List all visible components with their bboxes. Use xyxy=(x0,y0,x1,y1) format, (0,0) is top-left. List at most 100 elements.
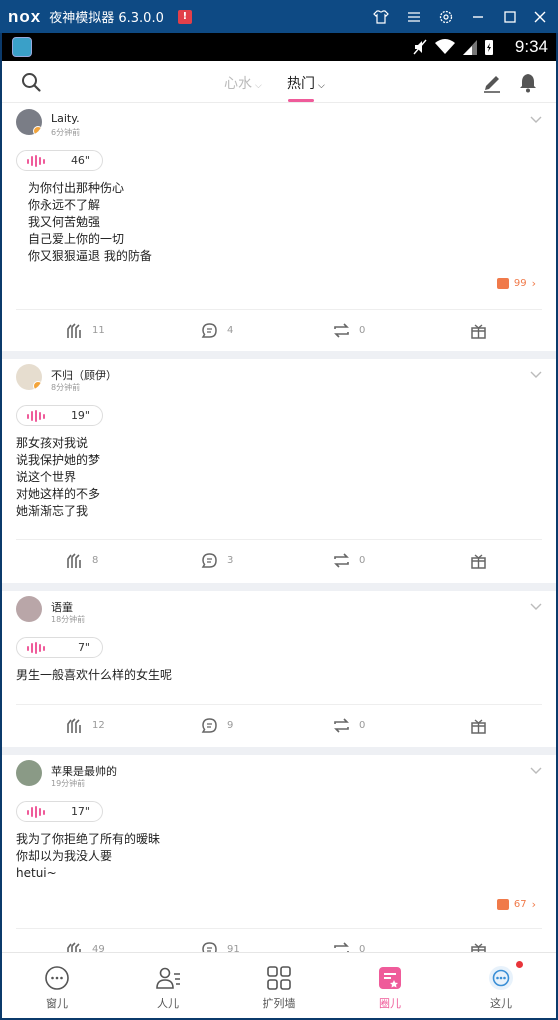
repost-icon xyxy=(334,323,349,338)
voice-duration: 17" xyxy=(70,805,90,818)
voice-message[interactable]: 19" xyxy=(16,405,103,426)
menu-icon[interactable] xyxy=(405,8,423,26)
gift-box-icon xyxy=(471,554,486,569)
notice-badge[interactable]: ! xyxy=(177,9,192,24)
verified-badge-icon xyxy=(33,381,42,390)
avatar[interactable] xyxy=(16,760,42,786)
voice-message[interactable]: 46" xyxy=(16,150,103,171)
post-actions: 12 9 0 xyxy=(16,704,542,744)
person-list-icon xyxy=(156,967,180,989)
post-time: 19分钟前 xyxy=(51,779,86,788)
status-icons xyxy=(412,38,494,56)
post-text: 男生一般喜欢什么样的女生呢 xyxy=(16,668,173,682)
clap-icon xyxy=(67,553,81,568)
gift-count[interactable]: 99 › xyxy=(496,277,536,290)
battery-icon xyxy=(485,40,493,55)
voice-duration: 7" xyxy=(77,641,90,654)
post-username[interactable]: 不归（顾伊） xyxy=(51,367,117,383)
notification-dot xyxy=(516,961,523,968)
like-button[interactable]: 11 xyxy=(66,322,105,339)
repost-button[interactable]: 0 xyxy=(333,322,365,339)
chevron-right-icon: › xyxy=(531,898,536,911)
nav-rener[interactable]: 人儿 xyxy=(113,953,223,1018)
gift-box-icon xyxy=(471,324,486,339)
post-time: 18分钟前 xyxy=(51,615,86,624)
gift-icon xyxy=(496,278,509,289)
post-username[interactable]: 语童 xyxy=(51,599,73,615)
post-time: 8分钟前 xyxy=(51,383,81,392)
chevron-down-icon[interactable] xyxy=(530,767,542,775)
voice-message[interactable]: 7" xyxy=(16,637,103,658)
tab-xinshui[interactable]: 心水 ⌵ xyxy=(224,73,262,93)
emulator-title-bar: nox 夜神模拟器 6.3.0.0 ! xyxy=(0,0,558,33)
waveform-icon xyxy=(27,410,45,422)
gift-button[interactable] xyxy=(470,552,487,569)
nav-quaner[interactable]: 圈儿 xyxy=(335,953,445,1018)
repost-icon xyxy=(334,718,349,733)
bottom-nav: 窗儿 人儿 扩列墙 圈儿 这儿 xyxy=(2,952,556,1018)
nav-label: 扩列墙 xyxy=(262,997,296,1010)
close-icon[interactable] xyxy=(531,8,549,26)
avatar[interactable] xyxy=(16,364,42,390)
nav-label: 圈儿 xyxy=(379,997,401,1010)
nav-label: 窗儿 xyxy=(46,997,68,1010)
emulator-title: 夜神模拟器 6.3.0.0 xyxy=(49,11,164,26)
avatar[interactable] xyxy=(16,596,42,622)
wifi-icon xyxy=(435,39,455,54)
maximize-icon[interactable] xyxy=(501,8,519,26)
search-icon[interactable] xyxy=(20,71,42,93)
chat-bubble-icon xyxy=(45,966,69,990)
avatar[interactable] xyxy=(16,109,42,135)
chevron-down-icon[interactable] xyxy=(530,603,542,611)
voice-duration: 46" xyxy=(70,154,90,167)
post-text: 那女孩对我说 说我保护她的梦 说这个世界 对她这样的不多 她渐渐忘了我 xyxy=(16,436,101,518)
shirt-icon[interactable] xyxy=(372,8,390,26)
minimize-icon[interactable] xyxy=(469,8,487,26)
comment-button[interactable]: 3 xyxy=(201,552,233,569)
clap-icon xyxy=(67,323,81,338)
bell-icon[interactable] xyxy=(517,71,539,93)
gift-count[interactable]: 67 › xyxy=(496,898,536,911)
waveform-icon xyxy=(27,642,45,654)
voice-message[interactable]: 17" xyxy=(16,801,103,822)
android-screen: 9:34 心水 ⌵ 热门 ⌵ Laity. 6分钟前 46" 为你付出那种伤心 … xyxy=(2,33,556,1018)
repost-button[interactable]: 0 xyxy=(333,717,365,734)
chevron-down-icon[interactable] xyxy=(530,116,542,124)
post-text: 我为了你拒绝了所有的暧昧 你却以为我没人要 hetui~ xyxy=(16,832,161,880)
feed-post[interactable]: Laity. 6分钟前 46" 为你付出那种伤心 你永远不了解 我又何苦勉强 自… xyxy=(2,104,556,359)
chevron-down-icon: ⌵ xyxy=(255,81,262,91)
gift-box-icon xyxy=(471,719,486,734)
nav-label: 人儿 xyxy=(157,997,179,1010)
post-text: 为你付出那种伤心 你永远不了解 我又何苦勉强 自己爱上你的一切 你又狠狠逼退 我… xyxy=(28,181,152,263)
post-username[interactable]: Laity. xyxy=(51,112,80,125)
clap-icon xyxy=(67,718,81,733)
nav-kuoliqiang[interactable]: 扩列墙 xyxy=(224,953,334,1018)
status-bar: 9:34 xyxy=(2,33,556,61)
nav-chuanger[interactable]: 窗儿 xyxy=(2,953,112,1018)
nav-zheer[interactable]: 这儿 xyxy=(446,953,556,1018)
comment-button[interactable]: 4 xyxy=(201,322,233,339)
feed-post[interactable]: 语童 18分钟前 7" 男生一般喜欢什么样的女生呢 12 9 0 xyxy=(2,591,556,755)
feed-list: Laity. 6分钟前 46" 为你付出那种伤心 你永远不了解 我又何苦勉强 自… xyxy=(2,104,556,995)
post-actions: 8 3 0 xyxy=(16,539,542,579)
gift-button[interactable] xyxy=(470,322,487,339)
feed-post[interactable]: 不归（顾伊） 8分钟前 19" 那女孩对我说 说我保护她的梦 说这个世界 对她这… xyxy=(2,359,556,591)
chevron-down-icon[interactable] xyxy=(530,371,542,379)
comment-button[interactable]: 9 xyxy=(201,717,233,734)
circle-feed-icon xyxy=(379,967,401,989)
like-button[interactable]: 8 xyxy=(66,552,98,569)
post-actions: 11 4 0 xyxy=(16,309,542,349)
chevron-down-icon: ⌵ xyxy=(318,81,325,91)
post-username[interactable]: 苹果是最帅的 xyxy=(51,763,117,779)
gift-button[interactable] xyxy=(470,717,487,734)
edit-icon[interactable] xyxy=(481,71,503,93)
gear-icon[interactable] xyxy=(437,8,455,26)
top-nav: 心水 ⌵ 热门 ⌵ xyxy=(2,61,556,103)
like-button[interactable]: 12 xyxy=(66,717,105,734)
nox-app-icon xyxy=(12,37,32,57)
waveform-icon xyxy=(27,155,45,167)
post-time: 6分钟前 xyxy=(51,128,81,137)
tab-remen[interactable]: 热门 ⌵ xyxy=(287,73,325,93)
verified-badge-icon xyxy=(33,126,42,135)
repost-button[interactable]: 0 xyxy=(333,552,365,569)
